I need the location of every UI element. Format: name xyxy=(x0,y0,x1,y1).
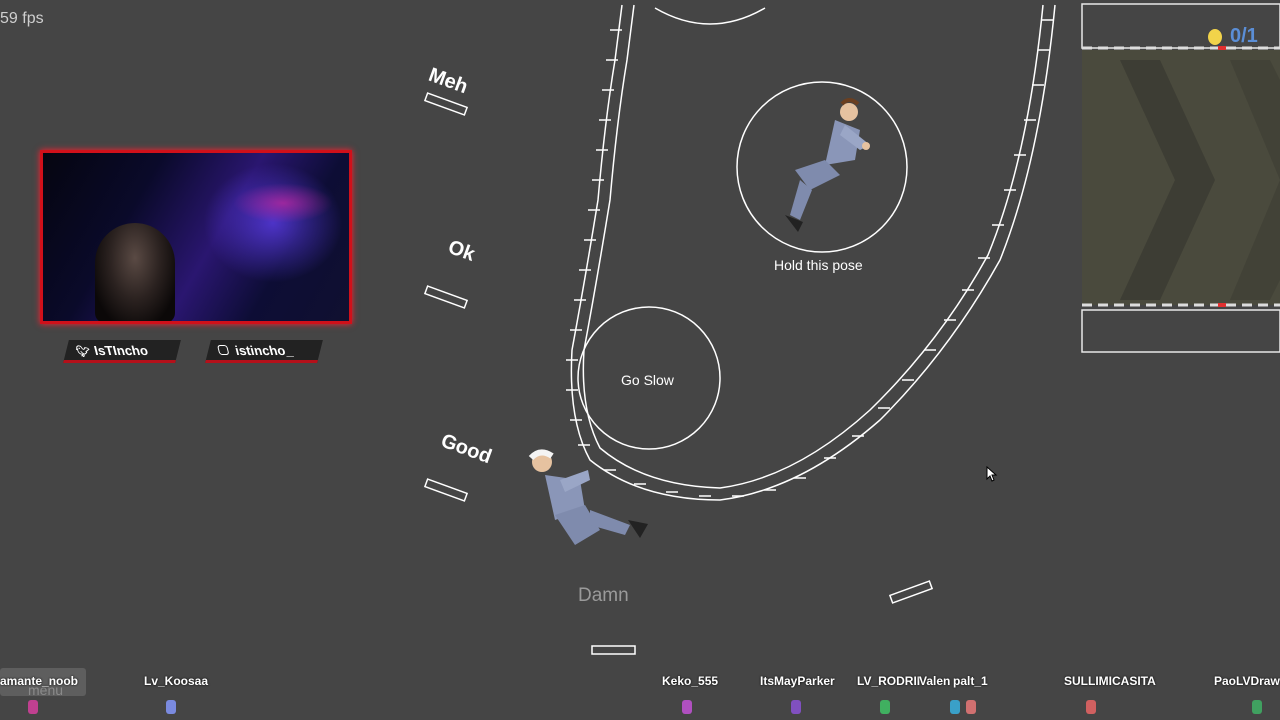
track-rail xyxy=(570,4,1056,501)
viewer-avatar xyxy=(1086,700,1096,714)
rating-platforms xyxy=(423,92,934,655)
twitter-handle: IsTIncho xyxy=(92,342,150,358)
instagram-icon xyxy=(217,344,230,355)
viewer-avatar xyxy=(950,700,960,714)
viewer-name: SULLIMICASITA xyxy=(1064,674,1156,688)
go-slow-label: Go Slow xyxy=(621,372,674,388)
hold-pose-label: Hold this pose xyxy=(774,257,863,273)
viewer-name: palt_1 xyxy=(953,674,988,688)
rating-damn: Damn xyxy=(578,585,629,606)
webcam-overlay xyxy=(40,150,352,324)
streamer-webcam-feed xyxy=(95,223,175,321)
viewer-name: LV_RODRII xyxy=(857,674,921,688)
fps-counter: 59 fps xyxy=(0,10,44,27)
twitter-bird-icon: 🐦︎ xyxy=(75,345,92,358)
viewer-avatar xyxy=(28,700,38,714)
player-ragdoll xyxy=(528,449,648,545)
viewer-name: PaoLVDraw xyxy=(1214,674,1280,688)
viewer-avatar xyxy=(966,700,976,714)
viewer-avatar xyxy=(682,700,692,714)
coin-icon xyxy=(1208,29,1222,45)
viewer-name: Lv_Koosaa xyxy=(144,674,209,688)
viewer-name: Keko_555 xyxy=(662,674,719,688)
viewer-name: ItsMayParker xyxy=(760,674,835,688)
viewer-avatar xyxy=(880,700,890,714)
coin-score: 0/1 xyxy=(1230,25,1258,47)
instagram-handle: istincho_ xyxy=(233,342,294,358)
viewer-name: amante_noob xyxy=(0,674,79,688)
viewer-name: Valen xyxy=(919,674,951,688)
twitter-handle-badge: 🐦︎ IsTIncho xyxy=(63,340,181,363)
instagram-handle-badge: istincho_ xyxy=(205,340,323,363)
target-pose-figure xyxy=(785,98,870,232)
game-canvas[interactable] xyxy=(0,0,1280,720)
viewer-avatar xyxy=(166,700,176,714)
arrow-cursor-icon xyxy=(986,466,998,482)
viewer-avatar xyxy=(1252,700,1262,714)
circle-target-top xyxy=(654,7,766,25)
viewer-avatar xyxy=(791,700,801,714)
goal-zone xyxy=(1081,3,1280,353)
